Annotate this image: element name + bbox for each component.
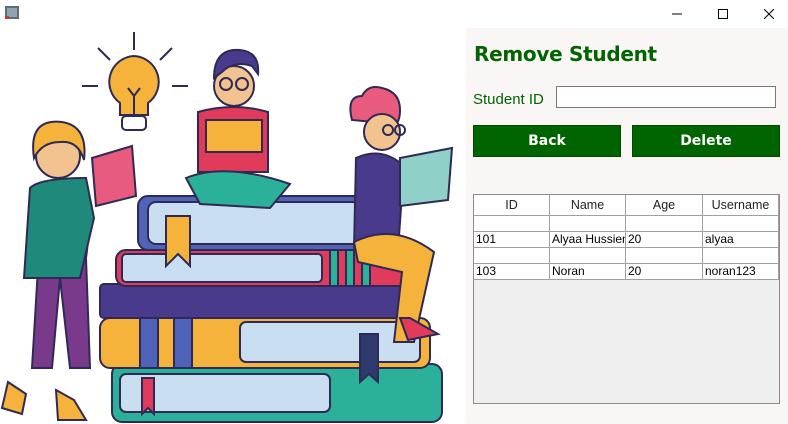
minimize-icon bbox=[672, 13, 682, 15]
cell-name bbox=[550, 216, 626, 232]
table-row[interactable] bbox=[474, 248, 779, 264]
cell-username: noran123 bbox=[703, 264, 779, 280]
title-bar bbox=[0, 0, 788, 28]
back-button[interactable]: Back bbox=[473, 125, 621, 157]
delete-button[interactable]: Delete bbox=[632, 125, 780, 157]
cell-name bbox=[550, 248, 626, 264]
column-header-age[interactable]: Age bbox=[626, 195, 703, 216]
students-reading-illustration bbox=[0, 32, 454, 423]
student-id-input[interactable] bbox=[556, 86, 776, 108]
page-title: Remove Student bbox=[474, 42, 657, 66]
cell-age bbox=[626, 248, 703, 264]
students-table[interactable]: ID Name Age Username 101 Alyaa Hussien 2… bbox=[473, 194, 780, 404]
column-header-username[interactable]: Username bbox=[703, 195, 779, 216]
remove-student-panel: Remove Student Student ID Back Delete ID… bbox=[466, 28, 788, 424]
cell-id bbox=[474, 216, 550, 232]
maximize-button[interactable] bbox=[700, 0, 746, 28]
close-icon bbox=[764, 9, 774, 19]
table-row[interactable]: 103 Noran 20 noran123 bbox=[474, 264, 779, 280]
lightbulb-icon bbox=[82, 32, 188, 131]
cell-id: 101 bbox=[474, 232, 550, 248]
table-row[interactable]: 101 Alyaa Hussien 20 alyaa bbox=[474, 232, 779, 248]
cell-id bbox=[474, 248, 550, 264]
cell-username: alyaa bbox=[703, 232, 779, 248]
column-header-name[interactable]: Name bbox=[550, 195, 626, 216]
cell-age bbox=[626, 216, 703, 232]
student-id-label: Student ID bbox=[473, 91, 544, 108]
app-icon bbox=[5, 6, 19, 19]
column-header-id[interactable]: ID bbox=[474, 195, 550, 216]
cell-id: 103 bbox=[474, 264, 550, 280]
table-header: ID Name Age Username bbox=[474, 195, 779, 216]
cell-age: 20 bbox=[626, 232, 703, 248]
cell-age: 20 bbox=[626, 264, 703, 280]
close-button[interactable] bbox=[746, 0, 788, 28]
maximize-icon bbox=[718, 9, 728, 19]
cell-username bbox=[703, 248, 779, 264]
table-row[interactable] bbox=[474, 216, 779, 232]
minimize-button[interactable] bbox=[654, 0, 700, 28]
cell-name: Alyaa Hussien bbox=[550, 232, 626, 248]
cell-username bbox=[703, 216, 779, 232]
cell-name: Noran bbox=[550, 264, 626, 280]
